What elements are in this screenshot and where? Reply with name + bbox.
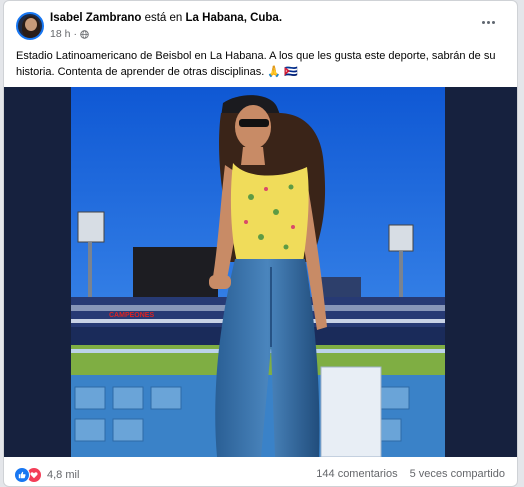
reaction-count: 4,8 mil — [47, 469, 80, 481]
avatar[interactable] — [16, 12, 44, 40]
stands-banner-text: CAMPEONES — [109, 312, 154, 319]
post-meta: 18 h · — [50, 28, 89, 40]
author-name[interactable]: Isabel Zambrano — [50, 12, 141, 24]
shares-link[interactable]: 5 veces compartido — [410, 468, 505, 480]
globe-icon — [80, 29, 89, 39]
post-photo[interactable]: CAMPEONES — [4, 87, 517, 457]
more-options-icon[interactable] — [479, 15, 497, 29]
location-link[interactable]: La Habana, Cuba. — [186, 12, 283, 24]
post-footer: 4,8 mil 144 comentarios 5 veces comparti… — [4, 457, 517, 486]
post-header: Isabel Zambrano está en La Habana, Cuba.… — [4, 1, 517, 45]
engagement-stats: 144 comentarios 5 veces compartido — [316, 468, 505, 480]
post-card: Isabel Zambrano está en La Habana, Cuba.… — [3, 0, 518, 487]
like-reaction-icon — [14, 467, 30, 483]
comments-link[interactable]: 144 comentarios — [316, 468, 397, 480]
post-title-line: Isabel Zambrano está en La Habana, Cuba. — [50, 12, 282, 24]
post-text: Estadio Latinoamericano de Beisbol en La… — [16, 50, 496, 78]
post-time[interactable]: 18 h — [50, 28, 70, 40]
connector-text: está en — [144, 12, 183, 24]
meta-separator: · — [73, 28, 77, 40]
stadium-photo: CAMPEONES — [71, 87, 445, 457]
reactions-summary[interactable]: 4,8 mil — [14, 467, 79, 483]
